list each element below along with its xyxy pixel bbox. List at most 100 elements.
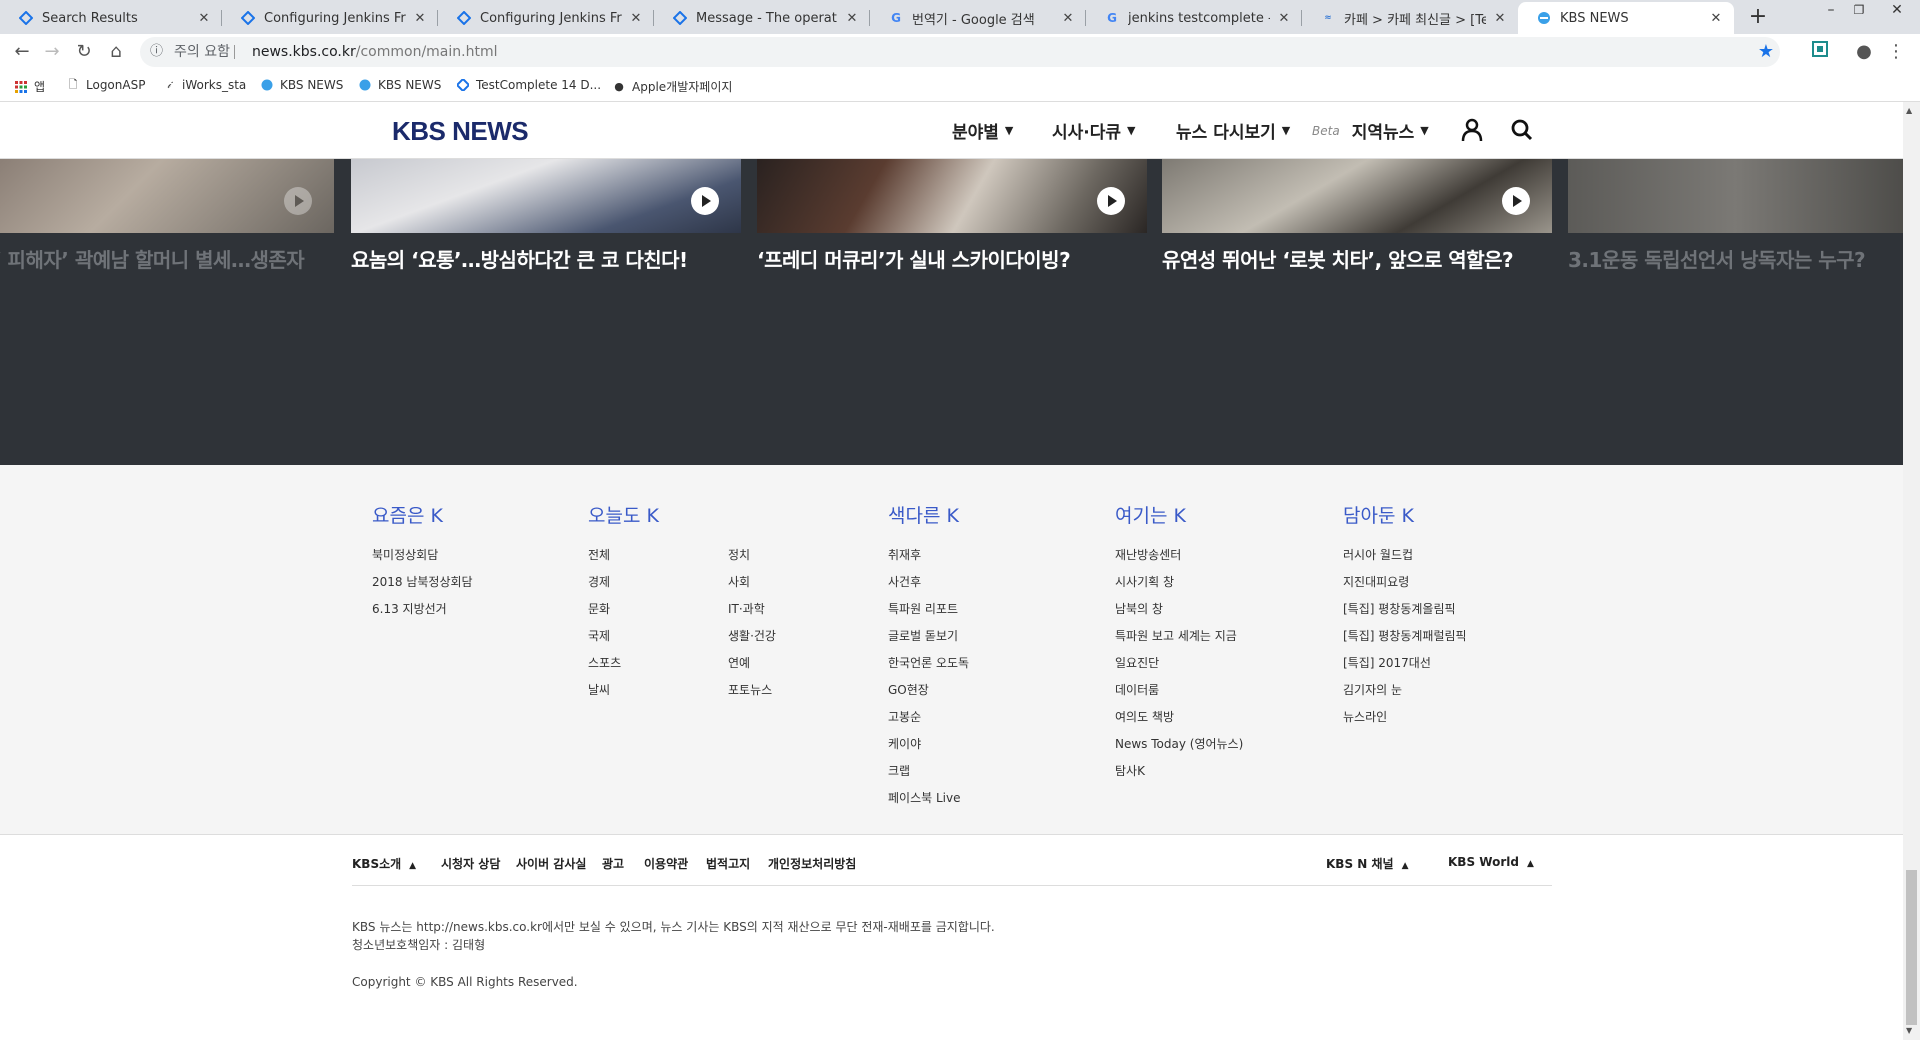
sitemap-link[interactable]: 전체 <box>588 546 610 563</box>
reload-button[interactable]: ↻ <box>72 40 96 64</box>
sitemap-link[interactable]: 케이야 <box>888 735 921 752</box>
sitemap-link[interactable]: 사회 <box>728 573 750 590</box>
bookmark-testcomplete[interactable]: TestComplete 14 D... <box>456 78 601 92</box>
close-icon[interactable]: ✕ <box>1060 11 1076 26</box>
carousel-thumbnail-2[interactable] <box>351 159 741 233</box>
sitemap-link[interactable]: 시사기획 창 <box>1115 573 1174 590</box>
carousel-thumbnail-1[interactable] <box>0 159 334 233</box>
search-icon[interactable] <box>1508 116 1536 144</box>
sitemap-link[interactable]: 일요진단 <box>1115 654 1159 671</box>
carousel-headline-4[interactable]: 유연성 뛰어난 ‘로봇 치타’, 앞으로 역할은? <box>1162 244 1514 273</box>
kbs-n-channel-link[interactable]: KBS N 채널 ▲ <box>1326 855 1409 872</box>
sitemap-link[interactable]: IT·과학 <box>728 600 765 617</box>
sitemap-link[interactable]: 6.13 지방선거 <box>372 600 447 617</box>
tab-3[interactable]: Configuring Jenkins Freesty ✕ <box>438 2 654 34</box>
viewer-consultation-link[interactable]: 시청자 상담 <box>441 855 500 872</box>
bookmark-apple[interactable]: ● Apple개발자페이지 <box>612 78 732 95</box>
carousel-thumbnail-3[interactable] <box>757 159 1147 233</box>
scrollbar-thumb[interactable] <box>1906 870 1917 1025</box>
sitemap-link[interactable]: 글로벌 돋보기 <box>888 627 958 644</box>
bookmark-apps[interactable]: 앱 <box>14 78 45 95</box>
sitemap-link[interactable]: 김기자의 눈 <box>1343 681 1402 698</box>
sitemap-link[interactable]: 여의도 책방 <box>1115 708 1174 725</box>
bookmark-star-icon[interactable]: ★ <box>1758 37 1774 67</box>
sitemap-link[interactable]: GO현장 <box>888 681 929 698</box>
sitemap-link[interactable]: 북미정상회담 <box>372 546 438 563</box>
sitemap-link[interactable]: [특집] 평창동계패럴림픽 <box>1343 627 1467 644</box>
sitemap-link[interactable]: 정치 <box>728 546 750 563</box>
sitemap-link[interactable]: 2018 남북정상회담 <box>372 573 473 590</box>
close-icon[interactable]: ✕ <box>628 11 644 26</box>
carousel-headline-3[interactable]: ‘프레디 머큐리’가 실내 스카이다이빙? <box>757 244 1071 273</box>
advertising-link[interactable]: 광고 <box>602 855 624 872</box>
close-icon[interactable]: ✕ <box>844 11 860 26</box>
home-button[interactable]: ⌂ <box>104 40 128 64</box>
sitemap-link[interactable]: 데이터룸 <box>1115 681 1159 698</box>
info-icon[interactable]: ⓘ <box>150 37 163 67</box>
bookmark-iworks[interactable]: 𝒾 iWorks_sta <box>162 78 246 92</box>
sitemap-link[interactable]: 남북의 창 <box>1115 600 1163 617</box>
sitemap-link[interactable]: 사건후 <box>888 573 921 590</box>
tab-4[interactable]: Message - The operation ca ✕ <box>654 2 870 34</box>
tab-2[interactable]: Configuring Jenkins Freesty ✕ <box>222 2 438 34</box>
legal-notice-link[interactable]: 법적고지 <box>706 855 750 872</box>
address-bar[interactable]: ⓘ 주의 요함 news.kbs.co.kr/common/main.html … <box>140 37 1780 67</box>
carousel-thumbnail-4[interactable] <box>1162 159 1552 233</box>
scroll-down-arrow[interactable]: ▼ <box>1906 1026 1912 1035</box>
sitemap-link[interactable]: 스포츠 <box>588 654 621 671</box>
sitemap-link[interactable]: 취재후 <box>888 546 921 563</box>
sitemap-link[interactable]: 특파원 보고 세계는 지금 <box>1115 627 1237 644</box>
scroll-up-arrow[interactable]: ▲ <box>1906 106 1912 115</box>
terms-link[interactable]: 이용약관 <box>644 855 688 872</box>
sitemap-link[interactable]: 한국언론 오도독 <box>888 654 969 671</box>
sitemap-link[interactable]: 크랩 <box>888 762 910 779</box>
tab-1[interactable]: Search Results ✕ <box>0 2 222 34</box>
tab-6[interactable]: G jenkins testcomplete - Goo ✕ <box>1086 2 1302 34</box>
sitemap-link[interactable]: 날씨 <box>588 681 610 698</box>
sitemap-link[interactable]: 문화 <box>588 600 610 617</box>
sitemap-link[interactable]: 러시아 월드컵 <box>1343 546 1413 563</box>
site-logo[interactable]: KBS NEWS <box>392 116 529 147</box>
user-icon[interactable] <box>1458 116 1486 144</box>
kbs-intro-link[interactable]: KBS소개 ▲ <box>352 855 416 872</box>
sitemap-link[interactable]: [특집] 2017대선 <box>1343 654 1431 671</box>
tab-5[interactable]: G 번역기 - Google 검색 ✕ <box>870 2 1086 34</box>
nav-regional-news[interactable]: Beta 지역뉴스 ▼ <box>1312 118 1429 143</box>
sitemap-link[interactable]: 국제 <box>588 627 610 644</box>
profile-icon[interactable]: ● <box>1852 40 1876 64</box>
sitemap-link[interactable]: [특집] 평창동계올림픽 <box>1343 600 1456 617</box>
close-icon[interactable]: ✕ <box>412 11 428 26</box>
back-button[interactable]: ← <box>10 40 34 64</box>
cyber-audit-link[interactable]: 사이버 감사실 <box>516 855 586 872</box>
sitemap-link[interactable]: 뉴스라인 <box>1343 708 1387 725</box>
sitemap-link[interactable]: 탐사K <box>1115 762 1145 779</box>
close-icon[interactable]: ✕ <box>1492 11 1508 26</box>
close-window-button[interactable]: ✕ <box>1874 0 1920 30</box>
carousel-headline-1[interactable]: ‘ 피해자’ 곽예남 할머니 별세…생존자 <box>0 244 305 273</box>
sitemap-link[interactable]: 생활·건강 <box>728 627 776 644</box>
bookmark-kbs-news-2[interactable]: KBS NEWS <box>358 78 441 92</box>
carousel-headline-5[interactable]: 3.1운동 독립선언서 낭독자는 누구? <box>1568 244 1866 273</box>
sitemap-link[interactable]: 경제 <box>588 573 610 590</box>
forward-button[interactable]: → <box>40 40 64 64</box>
sitemap-link[interactable]: 고봉순 <box>888 708 921 725</box>
nav-category[interactable]: 분야별 ▼ <box>952 118 1013 143</box>
tab-8-active[interactable]: KBS NEWS ✕ <box>1518 2 1734 34</box>
nav-news-replay[interactable]: 뉴스 다시보기 ▼ <box>1176 118 1290 143</box>
nav-current-affairs[interactable]: 시사·다큐 ▼ <box>1052 118 1136 143</box>
close-icon[interactable]: ✕ <box>1276 11 1292 26</box>
sitemap-link[interactable]: 페이스북 Live <box>888 789 960 806</box>
new-tab-button[interactable]: + <box>1744 4 1772 32</box>
sitemap-link[interactable]: 재난방송센터 <box>1115 546 1181 563</box>
tab-7[interactable]: ≈ 카페 > 카페 최신글 > [Test ✕ <box>1302 2 1518 34</box>
sitemap-link[interactable]: 지진대피요령 <box>1343 573 1409 590</box>
privacy-policy-link[interactable]: 개인정보처리방침 <box>768 855 856 872</box>
bookmark-logonasp[interactable]: 🗋 LogonASP <box>66 78 146 93</box>
carousel-thumbnail-5[interactable] <box>1568 159 1903 233</box>
sitemap-link[interactable]: 연예 <box>728 654 750 671</box>
kbs-world-link[interactable]: KBS World ▲ <box>1448 855 1534 869</box>
extension-icon[interactable] <box>1808 40 1832 64</box>
menu-icon[interactable]: ⋮ <box>1884 40 1908 64</box>
close-icon[interactable]: ✕ <box>196 11 212 26</box>
sitemap-link[interactable]: 포토뉴스 <box>728 681 772 698</box>
